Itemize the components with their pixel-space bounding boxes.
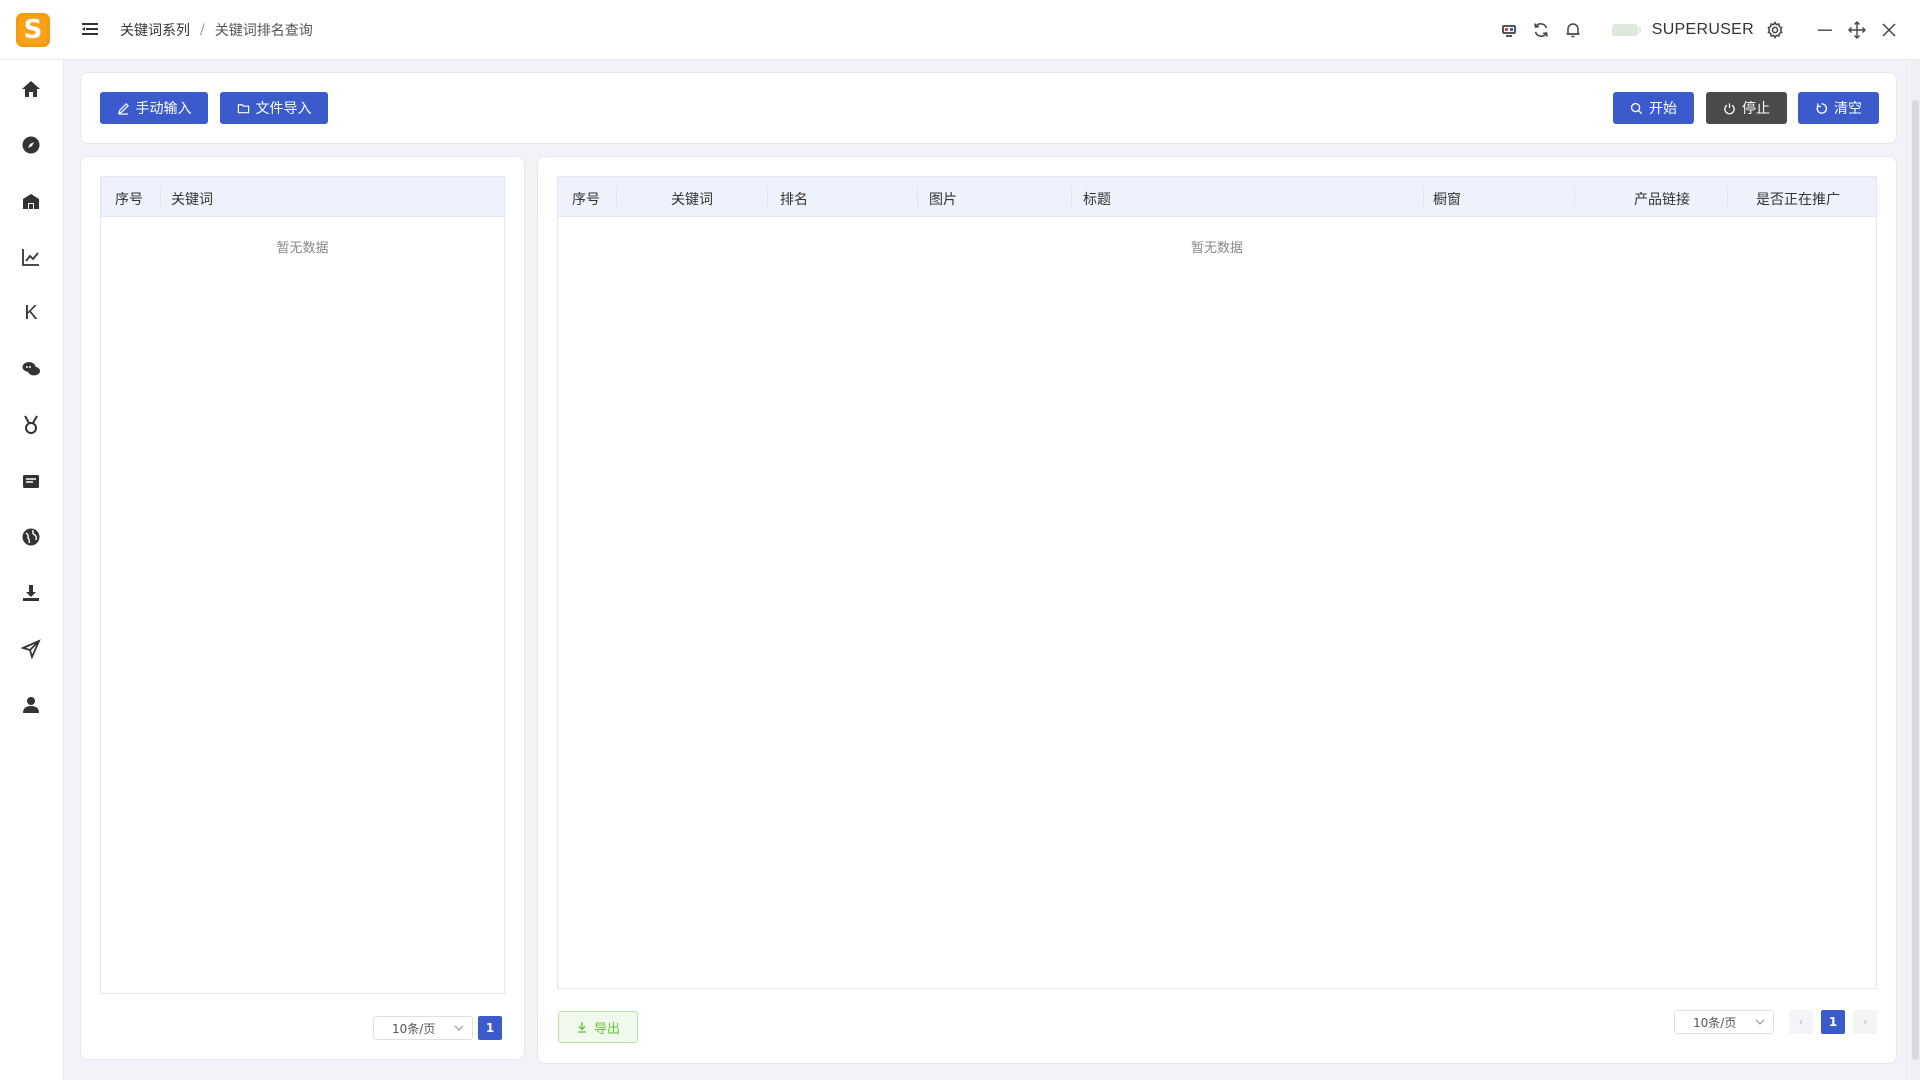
column-divider xyxy=(1423,187,1424,207)
monitor-icon[interactable] xyxy=(1498,19,1520,41)
close-icon[interactable] xyxy=(1878,19,1900,41)
sidebar-item-user[interactable] xyxy=(18,692,44,718)
page-number-current[interactable]: 1 xyxy=(478,1016,502,1040)
sidebar-item-globe[interactable] xyxy=(18,524,44,550)
page-size-select[interactable]: 10条/页 xyxy=(1674,1010,1774,1034)
menu-toggle-icon[interactable] xyxy=(82,21,100,37)
manual-input-button[interactable]: 手动输入 xyxy=(100,92,208,124)
battery-icon xyxy=(1611,24,1641,36)
sidebar-item-home[interactable] xyxy=(18,76,44,102)
empty-text: 暂无数据 xyxy=(276,241,329,256)
gear-icon[interactable] xyxy=(1764,19,1786,41)
stop-label: 停止 xyxy=(1742,101,1770,117)
edit-icon xyxy=(117,102,129,115)
store-icon xyxy=(23,194,39,209)
folder-icon xyxy=(237,103,249,113)
clear-label: 清空 xyxy=(1834,101,1862,117)
page-size-value: 10条/页 xyxy=(392,1021,436,1036)
user-icon xyxy=(23,697,39,713)
page-number-current[interactable]: 1 xyxy=(1821,1010,1845,1034)
sidebar-item-keyword[interactable]: K xyxy=(18,300,44,326)
refresh-icon[interactable] xyxy=(1530,19,1552,41)
keyword-table-header: 序号 关键词 xyxy=(101,177,504,217)
move-icon[interactable] xyxy=(1846,19,1868,41)
column-header-index: 序号 xyxy=(115,192,143,208)
home-icon xyxy=(22,81,40,97)
column-divider xyxy=(1071,187,1072,207)
page-size-select[interactable]: 10条/页 xyxy=(373,1016,473,1040)
search-icon xyxy=(1630,102,1643,114)
header-actions: SUPERUSER xyxy=(1488,0,1900,60)
page-size-value: 10条/页 xyxy=(1693,1015,1737,1030)
next-page-button[interactable]: › xyxy=(1853,1010,1877,1034)
send-icon xyxy=(20,639,41,660)
export-button[interactable]: 导出 xyxy=(558,1011,638,1043)
file-import-button[interactable]: 文件导入 xyxy=(220,92,328,124)
download-icon xyxy=(577,1022,586,1033)
username[interactable]: SUPERUSER xyxy=(1652,21,1754,39)
bell-icon[interactable] xyxy=(1562,19,1584,41)
chevron-down-icon xyxy=(454,1025,464,1031)
inbox-icon xyxy=(23,475,39,488)
sidebar-item-store[interactable] xyxy=(18,188,44,214)
manual-input-label: 手动输入 xyxy=(135,101,192,117)
breadcrumb-item-parent[interactable]: 关键词系列 xyxy=(120,20,190,40)
column-header-image: 图片 xyxy=(929,192,957,208)
globe-icon xyxy=(22,528,40,546)
sidebar-item-medal[interactable] xyxy=(18,412,44,438)
empty-text: 暂无数据 xyxy=(1190,241,1243,256)
keyword-list-card: 序号 关键词 暂无数据 10条/页 1 xyxy=(80,156,525,1060)
compass-icon xyxy=(22,136,40,154)
minimize-icon[interactable] xyxy=(1814,19,1836,41)
column-divider xyxy=(917,187,918,207)
sidebar-item-discover[interactable] xyxy=(18,132,44,158)
app-logo: S xyxy=(16,13,50,47)
sidebar-item-trend[interactable] xyxy=(18,244,44,270)
column-header-title: 标题 xyxy=(1083,192,1111,208)
sidebar-item-chat[interactable] xyxy=(18,356,44,382)
column-divider xyxy=(1574,187,1575,207)
chevron-down-icon xyxy=(1755,1019,1765,1025)
ranking-table: 序号 关键词 排名 图片 标题 橱窗 产品链接 是否正在推广 暂无数据 xyxy=(557,176,1877,989)
sidebar-item-send[interactable] xyxy=(18,636,44,662)
prev-page-button[interactable]: ‹ xyxy=(1789,1010,1813,1034)
column-divider xyxy=(767,187,768,207)
column-header-promoting: 是否正在推广 xyxy=(1756,192,1840,208)
page-scrollbar-thumb[interactable] xyxy=(1912,100,1919,1060)
breadcrumb-separator: / xyxy=(200,22,205,38)
download-icon xyxy=(23,585,39,601)
column-divider xyxy=(160,187,161,207)
start-button[interactable]: 开始 xyxy=(1613,92,1694,124)
toolbar-card: 手动输入 文件导入 开始 停止 清空 xyxy=(80,72,1897,144)
column-header-showcase: 橱窗 xyxy=(1433,192,1461,208)
sidebar-item-inbox[interactable] xyxy=(18,468,44,494)
column-header-index: 序号 xyxy=(572,192,600,208)
breadcrumb-item-current: 关键词排名查询 xyxy=(214,23,313,39)
column-header-rank: 排名 xyxy=(780,192,808,208)
start-label: 开始 xyxy=(1649,101,1677,117)
reset-icon xyxy=(1816,102,1828,114)
column-header-product-link: 产品链接 xyxy=(1634,192,1690,208)
clear-button[interactable]: 清空 xyxy=(1798,92,1879,124)
keyword-table: 序号 关键词 暂无数据 xyxy=(100,176,505,994)
file-import-label: 文件导入 xyxy=(255,101,312,117)
trend-chart-icon xyxy=(22,249,39,266)
ranking-table-header: 序号 关键词 排名 图片 标题 橱窗 产品链接 是否正在推广 xyxy=(558,177,1876,217)
medal-icon xyxy=(24,415,38,434)
k-letter-icon: K xyxy=(24,301,38,324)
export-label: 导出 xyxy=(593,1021,620,1037)
sidebar: K xyxy=(0,60,64,1080)
sidebar-item-download[interactable] xyxy=(18,580,44,606)
column-divider xyxy=(616,187,617,207)
column-header-keyword: 关键词 xyxy=(671,192,713,208)
stop-button[interactable]: 停止 xyxy=(1706,92,1787,124)
chat-icon xyxy=(22,362,40,376)
ranking-results-card: 序号 关键词 排名 图片 标题 橱窗 产品链接 是否正在推广 暂无数据 导出 1… xyxy=(537,156,1897,1064)
column-divider xyxy=(1727,187,1728,207)
breadcrumb: 关键词系列 / 关键词排名查询 xyxy=(120,20,313,40)
top-bar: S 关键词系列 / 关键词排名查询 SUPERUSER xyxy=(0,0,1920,60)
column-header-keyword: 关键词 xyxy=(171,192,213,208)
power-icon xyxy=(1724,102,1735,114)
